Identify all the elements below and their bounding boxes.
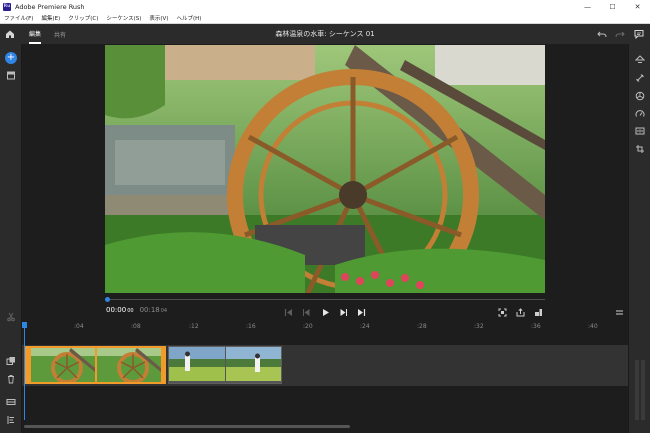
preview-scrubber[interactable] (105, 297, 545, 303)
speed-icon[interactable] (633, 107, 647, 121)
clip-thumbnail (226, 347, 281, 381)
comment-icon[interactable] (632, 27, 646, 41)
timeline-ruler[interactable]: :04 :08 :12 :16 :20 :24 :28 :32 :36 :40 (22, 322, 628, 334)
audio-meter-right (641, 360, 645, 420)
timeline-scrollbar[interactable] (24, 425, 350, 428)
fit-frame-icon[interactable] (495, 305, 509, 319)
maximize-button[interactable]: ☐ (600, 0, 625, 13)
ruler-label: :20 (303, 323, 313, 330)
premiere-rush-logo-icon: Ru (3, 2, 11, 11)
total-duration: 00:18 (139, 306, 160, 314)
export-frame-icon[interactable] (513, 305, 527, 319)
close-button[interactable]: ✕ (625, 0, 650, 13)
tab-share[interactable]: 共有 (54, 24, 66, 44)
ruler-label: :36 (531, 323, 541, 330)
undo-icon[interactable] (595, 27, 609, 41)
step-forward-icon[interactable] (336, 305, 350, 319)
menu-clip[interactable]: クリップ(C) (64, 14, 102, 22)
ruler-label: :12 (189, 323, 199, 330)
menu-view[interactable]: 表示(V) (145, 14, 172, 22)
timeline-clip-waterwheel[interactable] (25, 346, 166, 384)
aspect-ratio-icon[interactable] (531, 305, 545, 319)
transitions-icon[interactable] (633, 52, 647, 66)
clip-thumbnail (169, 347, 225, 381)
menu-bar: ファイル(F) 編集(E) クリップ(C) シーケンス(S) 表示(V) ヘルプ… (0, 13, 650, 24)
home-icon[interactable] (3, 27, 17, 41)
scrubber-track[interactable] (105, 299, 545, 300)
title-bar: Ru Adobe Premiere Rush — ☐ ✕ (0, 0, 650, 13)
menu-sequence[interactable]: シーケンス(S) (102, 14, 145, 22)
ruler-label: :28 (417, 323, 427, 330)
timecode-display: 00:00 00 00:18 04 (106, 306, 167, 314)
project-assets-icon[interactable] (4, 68, 18, 82)
ruler-label: :40 (588, 323, 598, 330)
ruler-label: :08 (131, 323, 141, 330)
menu-file[interactable]: ファイル(F) (0, 14, 37, 22)
add-media-button[interactable]: + (5, 52, 17, 64)
audio-meter-left (635, 360, 639, 420)
menu-edit[interactable]: 編集(E) (37, 14, 64, 22)
tab-edit[interactable]: 編集 (29, 24, 42, 44)
sequence-title: 森林温泉の水車: シーケンス 01 (275, 30, 375, 38)
ruler-label: :04 (74, 323, 84, 330)
ruler-label: :32 (474, 323, 484, 330)
tracks-list-icon[interactable] (4, 413, 18, 427)
clip-thumbnail (31, 348, 95, 382)
duplicate-icon[interactable] (4, 354, 18, 368)
crop-icon[interactable] (633, 142, 647, 156)
ruler-label: :24 (360, 323, 370, 330)
audio-level-meter (635, 360, 645, 420)
scrubber-handle[interactable] (105, 297, 110, 302)
go-to-end-icon[interactable] (354, 305, 368, 319)
timeline-settings-icon[interactable] (612, 305, 626, 319)
step-back-icon[interactable] (299, 305, 313, 319)
delete-icon[interactable] (4, 372, 18, 386)
track-height-icon[interactable] (4, 395, 18, 409)
clip-thumbnail (97, 348, 161, 382)
total-frames: 04 (160, 308, 168, 314)
menu-help[interactable]: ヘルプ(H) (172, 14, 205, 22)
audio-icon[interactable] (633, 124, 647, 138)
right-toolbar (628, 44, 650, 433)
color-icon[interactable] (633, 89, 647, 103)
top-bar: 編集 共有 森林温泉の水車: シーケンス 01 (0, 24, 650, 44)
left-toolbar: + (0, 44, 22, 433)
redo-icon[interactable] (613, 27, 627, 41)
window-title: Adobe Premiere Rush (15, 2, 85, 11)
ruler-label: :16 (246, 323, 256, 330)
effects-icon[interactable] (633, 71, 647, 85)
minimize-button[interactable]: — (575, 0, 600, 13)
window-controls: — ☐ ✕ (575, 0, 650, 13)
go-to-start-icon[interactable] (281, 305, 295, 319)
playhead[interactable] (24, 322, 25, 420)
current-time: 00:00 (106, 306, 127, 314)
play-icon[interactable] (318, 305, 332, 319)
timeline-clip-field[interactable] (168, 346, 282, 384)
current-frames: 00 (127, 308, 134, 314)
video-preview (105, 45, 545, 293)
waterwheel-frame-image (105, 45, 545, 293)
scissors-icon[interactable] (4, 310, 18, 324)
